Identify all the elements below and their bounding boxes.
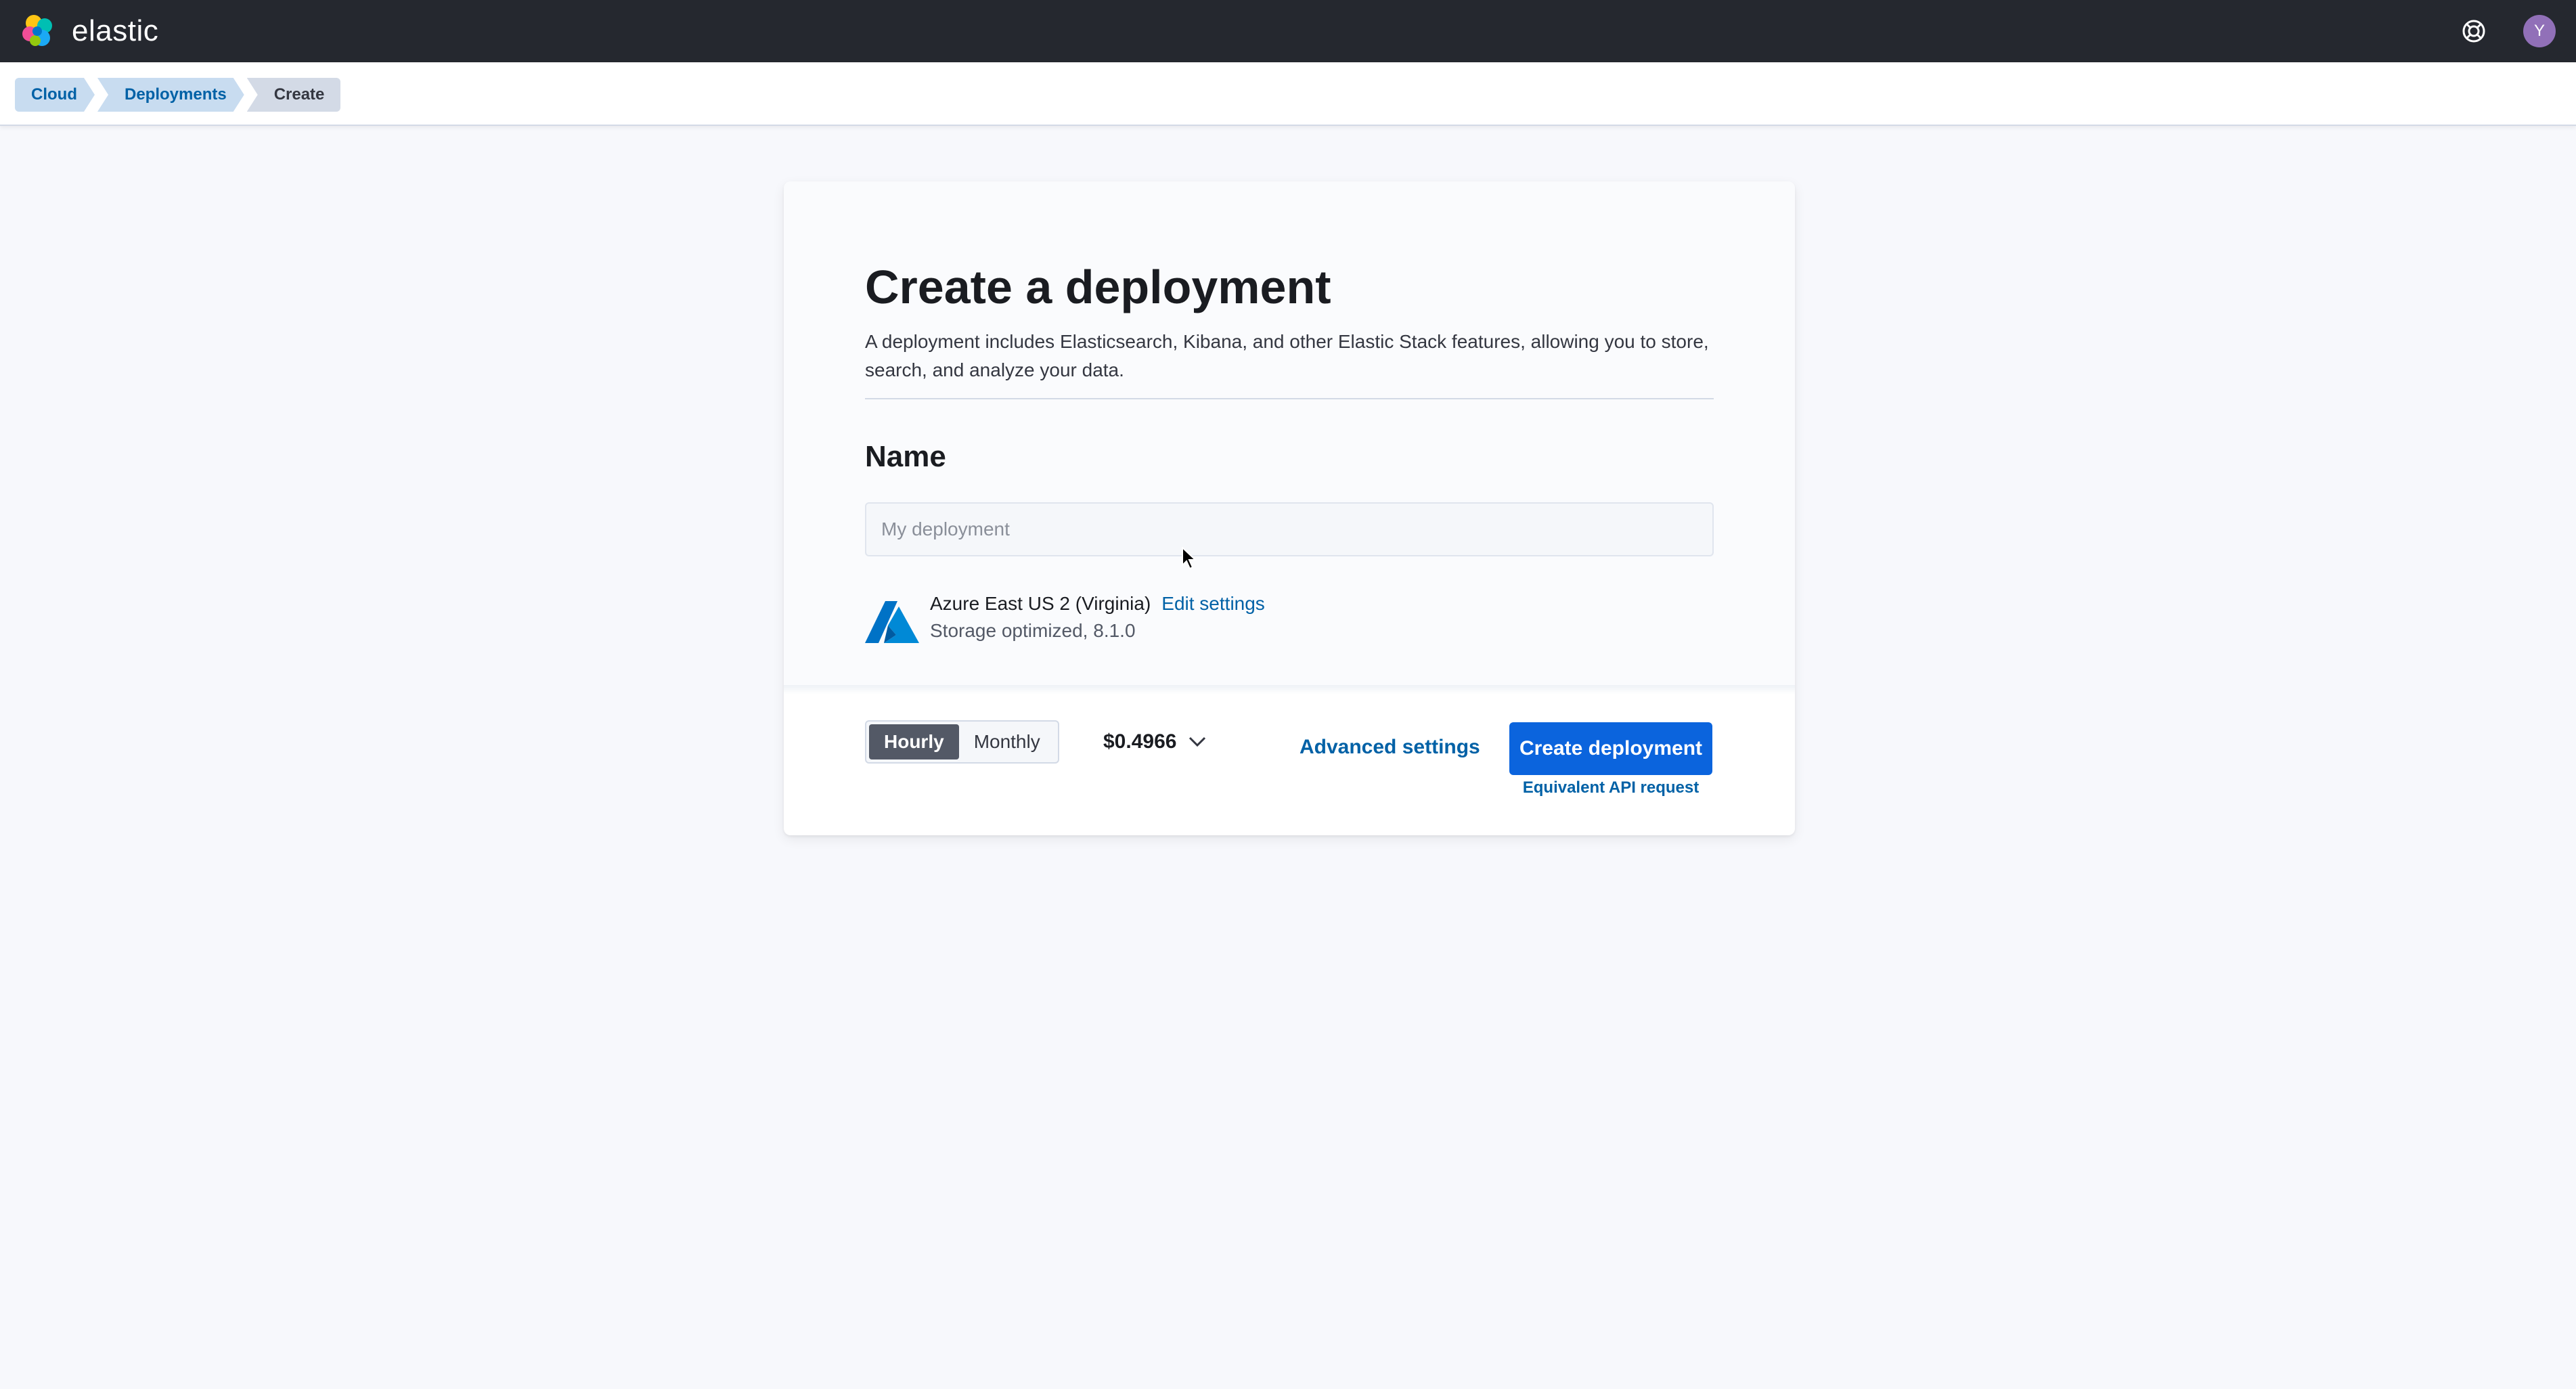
divider (865, 398, 1714, 399)
brand-name: elastic (72, 14, 159, 47)
region-details: Storage optimized, 8.1.0 (930, 620, 1136, 641)
price-value: $0.4966 (1103, 730, 1177, 753)
name-heading: Name (865, 440, 946, 473)
top-header: elastic Y (0, 0, 2576, 62)
create-deployment-button[interactable]: Create deployment (1509, 722, 1712, 775)
region-summary: Azure East US 2 (Virginia) Edit settings… (865, 593, 1265, 646)
advanced-settings-link[interactable]: Advanced settings (1300, 728, 1480, 766)
hourly-toggle-button[interactable]: Hourly (869, 724, 959, 759)
region-text: Azure East US 2 (Virginia) Edit settings… (930, 593, 1265, 642)
breadcrumb-bar: Cloud Deployments Create (0, 62, 2576, 126)
card-body: Create a deployment A deployment include… (784, 181, 1795, 685)
chevron-down-icon (1189, 736, 1206, 747)
equivalent-api-request-link[interactable]: Equivalent API request (1509, 778, 1712, 797)
user-avatar[interactable]: Y (2523, 15, 2556, 47)
edit-settings-link[interactable]: Edit settings (1161, 593, 1265, 615)
breadcrumb: Cloud Deployments Create (15, 78, 343, 112)
breadcrumb-cloud[interactable]: Cloud (15, 78, 95, 112)
region-line: Azure East US 2 (Virginia) Edit settings (930, 593, 1265, 615)
breadcrumb-deployments[interactable]: Deployments (97, 78, 244, 112)
region-name: Azure East US 2 (Virginia) (930, 593, 1151, 614)
elastic-logo-icon (22, 15, 52, 46)
azure-icon (865, 601, 919, 643)
breadcrumb-create: Create (246, 78, 341, 112)
page-description: A deployment includes Elasticsearch, Kib… (865, 331, 1709, 380)
price-dropdown[interactable]: $0.4966 (1103, 723, 1206, 761)
help-icon[interactable] (2461, 18, 2487, 44)
brand-logo[interactable]: elastic (20, 14, 158, 49)
page-title: Create a deployment (865, 261, 1331, 313)
header-actions: Y (2461, 0, 2556, 62)
deployment-name-input[interactable] (865, 502, 1714, 556)
billing-period-toggle: Hourly Monthly (865, 720, 1059, 764)
monthly-toggle-button[interactable]: Monthly (959, 724, 1055, 759)
footer-separator (784, 685, 1795, 694)
